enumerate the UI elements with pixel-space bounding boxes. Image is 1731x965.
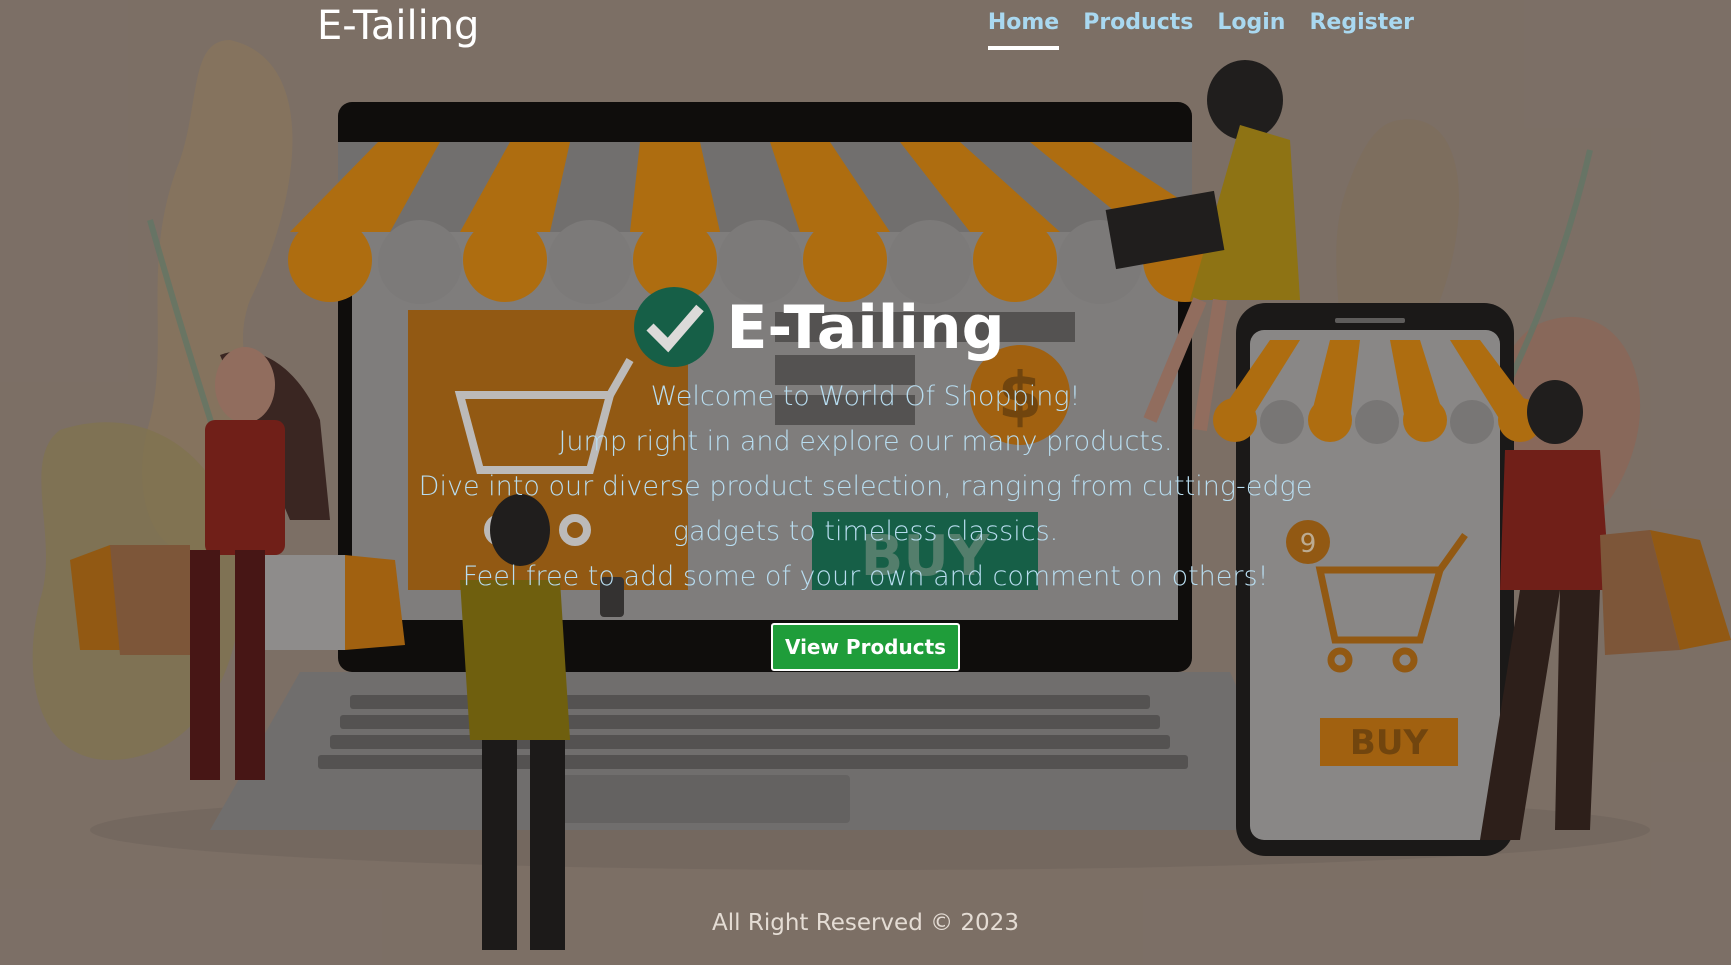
hero-line-comment: Feel free to add some of your own and co… (462, 561, 1269, 592)
nav-home-link[interactable]: Home (987, 8, 1060, 50)
hero-section: E-Tailing Welcome to World Of Shopping! … (0, 290, 1731, 671)
nav-register-link[interactable]: Register (1309, 8, 1414, 50)
view-products-button[interactable]: View Products (770, 623, 961, 671)
nav-products-link[interactable]: Products (1083, 8, 1193, 50)
hero-title: E-Tailing (726, 293, 1005, 363)
nav-login-link[interactable]: Login (1217, 8, 1285, 50)
page: $ BUY 9 BUY E-Tailing Home Products Logi… (0, 0, 1731, 965)
brand-logo[interactable]: E-Tailing (317, 0, 479, 52)
hero-line-welcome: Welcome to World Of Shopping! (650, 381, 1081, 412)
hero-line-selection: Dive into our diverse product selection,… (418, 471, 1313, 547)
hero-description: Welcome to World Of Shopping! Jump right… (366, 374, 1366, 599)
footer-copyright: All Right Reserved © 2023 (712, 910, 1019, 936)
navbar: E-Tailing Home Products Login Register (0, 0, 1731, 56)
hero-line-explore: Jump right in and explore our many produ… (558, 426, 1173, 457)
nav-links: Home Products Login Register (987, 8, 1414, 50)
